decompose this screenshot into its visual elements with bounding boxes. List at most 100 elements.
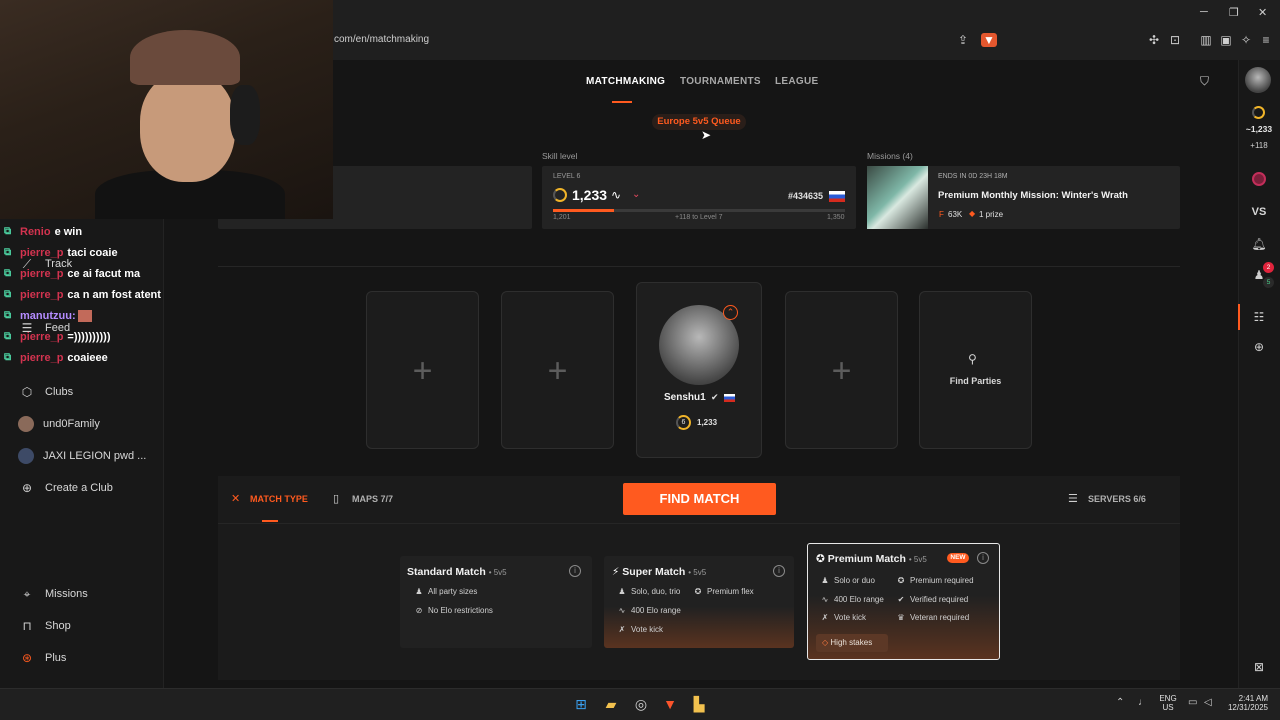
chevron-down-icon[interactable]: ⌄ xyxy=(632,189,640,200)
club-avatar xyxy=(18,448,34,464)
match-feature: ⊘ No Elo restrictions xyxy=(415,606,493,615)
crosshair-icon: ✕ xyxy=(231,493,241,505)
record-icon[interactable] xyxy=(1252,172,1266,186)
chat-message: ⧉ manutzuu: xyxy=(4,308,92,324)
vote-kick-icon: ✗ xyxy=(618,625,626,634)
player-elo: 1,233 xyxy=(697,418,718,427)
game-launcher-icon[interactable]: ▙ xyxy=(690,695,708,713)
sidebar-item-shop[interactable]: ⊓ Shop xyxy=(18,616,71,636)
match-feature: ✪ Premium required xyxy=(897,576,974,585)
shield-icon[interactable]: ⛉ xyxy=(1200,74,1209,89)
sidebar-item-plus[interactable]: ⊛ Plus xyxy=(18,648,66,668)
tab-maps[interactable]: MAPS 7/7 xyxy=(352,494,393,504)
file-explorer-icon[interactable]: ▰ xyxy=(602,695,620,713)
sidebar-item-clubs[interactable]: ⬡ Clubs xyxy=(18,382,73,402)
party-slot-empty[interactable]: + xyxy=(366,291,479,449)
windows-start-icon[interactable]: ⊞ xyxy=(572,695,590,713)
volume-icon[interactable]: ◁ xyxy=(1204,697,1212,708)
active-tab-indicator xyxy=(612,101,632,103)
close-icon[interactable]: ✕ xyxy=(1258,6,1267,19)
servers-selector[interactable]: SERVERS 6/6 xyxy=(1088,494,1146,504)
chat-message: ⧉ pierre_p taci coaie xyxy=(4,247,118,259)
premium-icon: ✪ xyxy=(694,587,702,596)
plus-badge-icon: ⌃ xyxy=(723,305,738,320)
tray-chevron-icon[interactable]: ⌃ xyxy=(1116,697,1124,708)
info-icon[interactable]: i xyxy=(569,565,581,577)
notification-badge: 2 xyxy=(1263,262,1274,273)
match-feature: ✗ Vote kick xyxy=(821,613,867,622)
level-badge-icon xyxy=(553,188,567,202)
online-count-badge: 5 xyxy=(1263,277,1274,288)
level-label: LEVEL 6 xyxy=(553,173,581,180)
network-icon[interactable]: ▭ xyxy=(1188,697,1197,708)
add-circle-icon[interactable]: ⊕ xyxy=(1249,340,1269,354)
find-parties-button[interactable] xyxy=(919,291,1032,449)
chat-message: ⧉ pierre_p ca n am fost atent xyxy=(4,289,161,301)
sidebar-item-label: Plus xyxy=(45,652,67,664)
sidebar-item-label: JAXI LEGION pwd ... xyxy=(43,450,147,462)
avatar[interactable] xyxy=(1245,67,1271,93)
new-badge: NEW xyxy=(947,553,969,563)
match-feature: ✪ Premium flex xyxy=(694,587,754,596)
bell-icon[interactable]: 🔔︎ xyxy=(1249,237,1269,251)
queue-selector[interactable]: Europe 5v5 Queue xyxy=(652,114,746,130)
active-rail-indicator xyxy=(1238,304,1240,330)
elo-max: 1,350 xyxy=(827,214,845,221)
match-feature: ♟ Solo or duo xyxy=(821,576,875,585)
microphone-icon[interactable]: ♩ xyxy=(1138,697,1148,708)
obs-icon[interactable]: ◎ xyxy=(632,695,650,713)
sidebar-item-label: Missions xyxy=(45,588,88,600)
chat-message: ⧉ pierre_p =)))))))))) xyxy=(4,331,111,343)
party-list-icon[interactable]: ☷ xyxy=(1249,310,1269,324)
chat-message: ⧉ Renio e win xyxy=(4,226,83,238)
add-circle-icon: ⊕ xyxy=(21,481,33,495)
lang-indicator[interactable]: ENG US xyxy=(1159,694,1177,712)
party-icon: ♟ xyxy=(821,576,829,585)
elo-to-next: +118 to Level 7 xyxy=(675,214,723,221)
collapse-icon[interactable]: ⊠ xyxy=(1249,660,1269,674)
find-match-button[interactable]: FIND MATCH xyxy=(623,483,776,515)
vs-button[interactable]: VS xyxy=(1238,206,1280,218)
sidebar-item-club[interactable]: und0Family xyxy=(18,414,100,434)
screenshot-icon[interactable]: ⊡ xyxy=(1168,33,1182,47)
missions-section-label: Missions (4) xyxy=(867,151,913,161)
brave-browser-icon[interactable]: ▼ xyxy=(661,695,679,713)
tab-tournaments[interactable]: TOURNAMENTS xyxy=(680,76,761,87)
sub-badge-icon: ⧉ xyxy=(4,268,12,279)
sidebar-toggle-icon[interactable]: ▥ xyxy=(1199,33,1213,47)
info-icon[interactable]: i xyxy=(977,552,989,564)
wallet-icon[interactable]: ▣ xyxy=(1219,33,1233,47)
leo-ai-icon[interactable]: ✧ xyxy=(1239,33,1253,47)
sub-badge-icon: ⧉ xyxy=(4,331,12,342)
tab-league[interactable]: LEAGUE xyxy=(775,76,818,87)
menu-icon[interactable]: ≡ xyxy=(1259,33,1273,47)
party-slot-empty[interactable]: + xyxy=(501,291,614,449)
club-avatar xyxy=(18,416,34,432)
tab-match-type[interactable]: MATCH TYPE xyxy=(250,494,308,504)
clock[interactable]: 2:41 AM 12/31/2025 xyxy=(1224,694,1268,712)
missions-icon: ⌖ xyxy=(23,586,31,601)
share-icon[interactable]: ⇪ xyxy=(956,33,970,47)
party-slot-empty[interactable]: + xyxy=(785,291,898,449)
minimize-icon[interactable]: ─ xyxy=(1200,6,1208,18)
add-player-icon: + xyxy=(831,352,852,390)
info-icon[interactable]: i xyxy=(773,565,785,577)
sidebar-item-missions[interactable]: ⌖ Missions xyxy=(18,584,88,604)
sidebar-item-club[interactable]: JAXI LEGION pwd ... xyxy=(18,446,146,466)
sidebar-item-label: Shop xyxy=(45,620,71,632)
match-feature: ∿ 400 Elo range xyxy=(618,606,681,615)
restore-icon[interactable]: ❐ xyxy=(1229,6,1239,19)
player-name[interactable]: Senshu1 xyxy=(664,392,706,403)
plus-badge-icon: ⊛ xyxy=(21,651,33,665)
extensions-icon[interactable]: ✣ xyxy=(1147,33,1161,47)
brave-shield-icon[interactable]: ▼ xyxy=(981,33,997,47)
tab-matchmaking[interactable]: MATCHMAKING xyxy=(586,76,665,87)
webcam-overlay xyxy=(0,0,333,219)
rank-value: #434635 xyxy=(788,191,824,201)
address-bar[interactable]: com/en/matchmaking xyxy=(334,34,429,45)
add-player-icon: + xyxy=(547,352,568,390)
sidebar-item-create-club[interactable]: ⊕ Create a Club xyxy=(18,478,113,498)
stakes-icon: ◇ xyxy=(822,638,829,647)
rail-elo: ~1,233 xyxy=(1245,124,1273,134)
clubs-icon: ⬡ xyxy=(21,385,33,399)
